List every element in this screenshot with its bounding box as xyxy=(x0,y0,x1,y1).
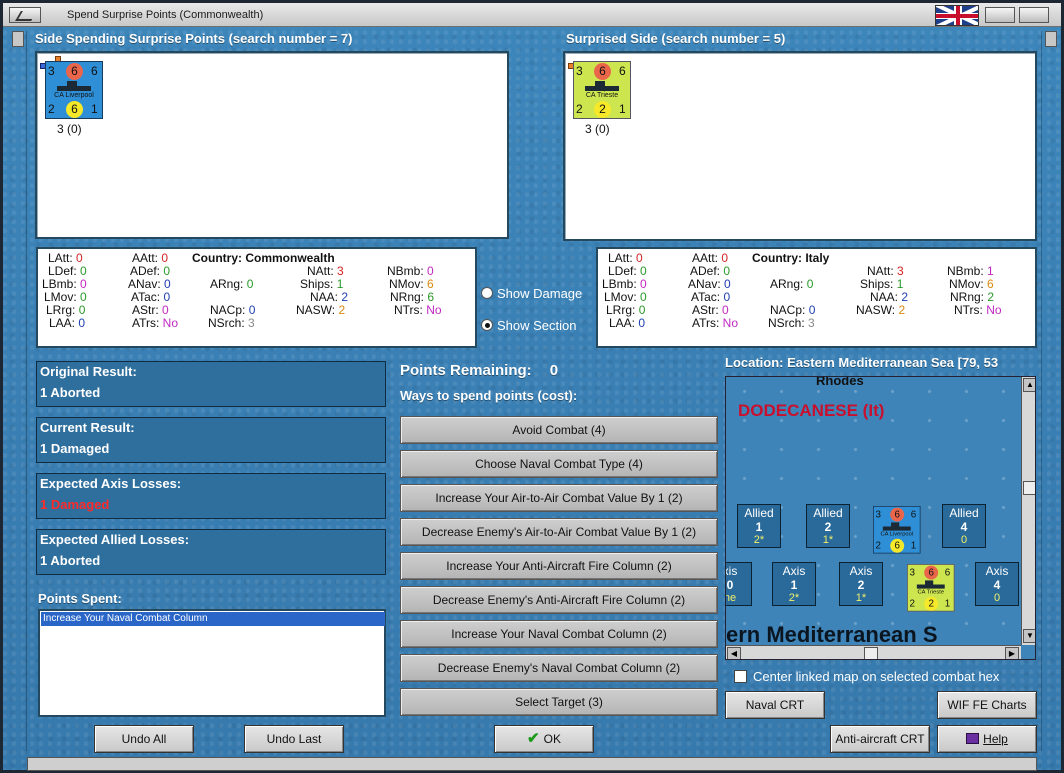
ok-button[interactable]: ✔ OK xyxy=(494,725,594,753)
scroll-right-icon[interactable]: ▶ xyxy=(1005,647,1019,659)
center-linked-map-checkbox[interactable] xyxy=(734,670,747,683)
window-title: Spend Surprise Points (Commonwealth) xyxy=(67,9,264,21)
title-bar: Spend Surprise Points (Commonwealth) xyxy=(3,3,1061,27)
increase-naval-combat-button[interactable]: Increase Your Naval Combat Column (2) xyxy=(400,620,718,648)
radio-icon[interactable] xyxy=(481,287,493,299)
allied-combat-box[interactable]: Allied 2 1* xyxy=(806,504,850,548)
show-section-option[interactable]: Show Section xyxy=(481,318,577,333)
decrease-enemy-naval-combat-button[interactable]: Decrease Enemy's Naval Combat Column (2) xyxy=(400,654,718,682)
map-unit-trieste[interactable]: 3 6 6 CA Trieste 2 2 1 xyxy=(907,564,955,612)
right-border-strip xyxy=(1041,31,1059,751)
points-remaining-label: Points Remaining: 0 xyxy=(400,362,559,379)
decrease-enemy-air-to-air-button[interactable]: Decrease Enemy's Air-to-Air Combat Value… xyxy=(400,518,718,546)
scroll-left-icon[interactable]: ◀ xyxy=(727,647,741,659)
anti-aircraft-crt-button[interactable]: Anti-aircraft CRT xyxy=(830,725,930,753)
mini-map[interactable]: Rhodes DODECANESE (It) Allied 1 2* Allied 2… xyxy=(725,376,1036,660)
increase-air-to-air-button[interactable]: Increase Your Air-to-Air Combat Value By… xyxy=(400,484,718,512)
allied-combat-box[interactable]: Allied 4 0 xyxy=(942,504,986,548)
map-vertical-scrollbar[interactable]: ▲ ▼ xyxy=(1021,377,1035,645)
ways-to-spend-label: Ways to spend points (cost): xyxy=(400,388,578,403)
axis-combat-box[interactable]: Axis 2 1* xyxy=(839,562,883,606)
decrease-enemy-anti-aircraft-button[interactable]: Decrease Enemy's Anti-Aircraft Fire Colu… xyxy=(400,586,718,614)
spending-side-units-box: 3 6 6 CA Liverpool 2 6 1 3 (0) xyxy=(35,51,509,239)
warship-icon xyxy=(585,81,619,91)
show-damage-option[interactable]: Show Damage xyxy=(481,286,582,301)
naval-crt-button[interactable]: Naval CRT xyxy=(725,691,825,719)
scroll-up-icon[interactable]: ▲ xyxy=(1023,378,1035,392)
expected-axis-losses-panel: Expected Axis Losses: 1 Damaged xyxy=(36,473,386,519)
expected-allied-losses-panel: Expected Allied Losses: 1 Aborted xyxy=(36,529,386,575)
bottom-border-strip xyxy=(27,757,1037,771)
surprised-side-stats: LAtt: 0 LDef: 0 LBmb: 0 LMov: 0 LRrg: 0 … xyxy=(596,247,1037,348)
radio-selected-icon[interactable] xyxy=(481,319,493,331)
checkmark-icon: ✔ xyxy=(527,730,540,747)
choose-naval-combat-type-button[interactable]: Choose Naval Combat Type (4) xyxy=(400,450,718,478)
union-jack-flag-icon xyxy=(935,5,979,26)
select-target-button[interactable]: Select Target (3) xyxy=(400,688,718,716)
country-label: Country: Commonwealth xyxy=(192,251,335,265)
close-button[interactable] xyxy=(1019,7,1049,23)
increase-anti-aircraft-button[interactable]: Increase Your Anti-Aircraft Fire Column … xyxy=(400,552,718,580)
axis-combat-box[interactable]: Axis 4 0 xyxy=(975,562,1019,606)
system-menu-button[interactable] xyxy=(9,7,41,23)
help-book-icon xyxy=(966,733,980,744)
location-label: Location: Eastern Mediterranean Sea [79,… xyxy=(725,355,999,370)
points-spent-label: Points Spent: xyxy=(38,591,122,606)
surprised-side-header: Surprised Side (search number = 5) xyxy=(566,31,786,46)
dialog-window: Spend Surprise Points (Commonwealth) Sid… xyxy=(0,0,1064,773)
minimize-button[interactable] xyxy=(985,7,1015,23)
unit-strength-label: 3 (0) xyxy=(585,122,610,136)
avoid-combat-button[interactable]: Avoid Combat (4) xyxy=(400,416,718,444)
left-border-strip xyxy=(9,31,27,751)
points-spent-list[interactable]: Increase Your Naval Combat Column xyxy=(38,609,386,717)
spending-side-stats: LAtt: 0 LDef: 0 LBmb: 0 LMov: 0 LRrg: 0 … xyxy=(36,247,477,348)
scroll-thumb[interactable] xyxy=(1023,481,1035,495)
points-remaining-value: 0 xyxy=(549,362,559,379)
surprised-side-units-box: 3 6 6 CA Trieste 2 2 1 3 (0) xyxy=(563,51,1037,241)
unit-counter-liverpool[interactable]: 3 6 6 CA Liverpool 2 6 1 xyxy=(45,61,103,119)
allied-combat-box[interactable]: Allied 1 2* xyxy=(737,504,781,548)
list-item[interactable]: Increase Your Naval Combat Column xyxy=(41,612,385,626)
warship-icon xyxy=(57,81,91,91)
original-result-panel: Original Result: 1 Aborted xyxy=(36,361,386,407)
map-unit-liverpool[interactable]: 3 6 6 CA Liverpool 2 6 1 xyxy=(873,506,921,554)
current-result-panel: Current Result: 1 Damaged xyxy=(36,417,386,463)
region-label: DODECANESE (It) xyxy=(738,401,885,420)
map-horizontal-scrollbar[interactable]: ◀ ▶ xyxy=(726,645,1021,659)
center-linked-map-label: Center linked map on selected combat hex xyxy=(753,669,1000,684)
spending-side-header: Side Spending Surprise Points (search nu… xyxy=(35,31,353,46)
undo-all-button[interactable]: Undo All xyxy=(94,725,194,753)
unit-strength-label: 3 (0) xyxy=(57,122,82,136)
country-label: Country: Italy xyxy=(752,251,830,265)
axis-combat-box[interactable]: Axis 1 2* xyxy=(772,562,816,606)
scroll-thumb[interactable] xyxy=(864,647,878,659)
axis-combat-box[interactable]: xis0ne xyxy=(726,562,752,606)
scroll-down-icon[interactable]: ▼ xyxy=(1023,629,1035,643)
island-label: Rhodes xyxy=(816,376,864,388)
unit-counter-trieste[interactable]: 3 6 6 CA Trieste 2 2 1 xyxy=(573,61,631,119)
wif-fe-charts-button[interactable]: WIF FE Charts xyxy=(937,691,1037,719)
help-button[interactable]: Help xyxy=(937,725,1037,753)
undo-last-button[interactable]: Undo Last xyxy=(244,725,344,753)
